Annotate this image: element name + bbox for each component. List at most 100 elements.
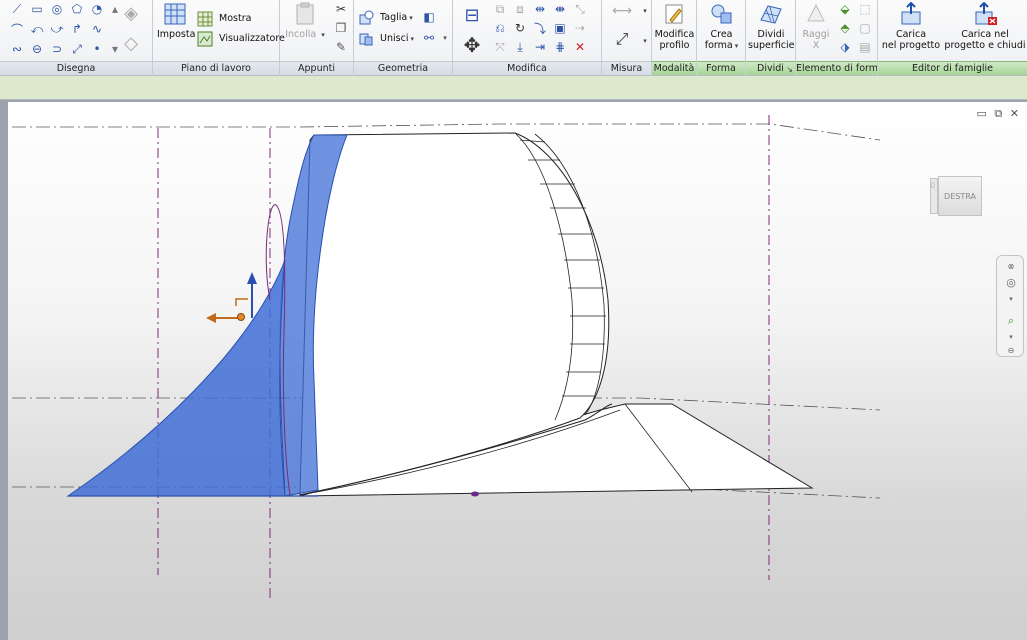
dissolve-icon[interactable]: ▢ — [856, 19, 874, 37]
crea-forma-dropdown-icon[interactable]: ▾ — [735, 42, 739, 50]
raggi-x-button[interactable]: Raggi X — [798, 2, 834, 51]
panel-disegna: ⟋ ▭ ◎ ⬠ ◔ ⌒ ⤺ ⤻ ↱ ∿ ∾ ⊖ ⊃ ⤢ • ▴ ▾ ◈ ◇ Di… — [0, 0, 153, 76]
panel-label-forma: Forma — [697, 61, 745, 75]
model-line-icon[interactable]: ◈ — [122, 3, 140, 24]
reference-line-icon[interactable]: ◇ — [122, 33, 140, 54]
fillet-arc-icon[interactable]: ↱ — [68, 20, 86, 38]
line-tool-icon[interactable]: ⟋ — [8, 0, 26, 18]
rotate-icon[interactable]: ↻ — [511, 19, 529, 37]
align-icon[interactable]: ⊟ — [457, 2, 487, 28]
load-and-close-icon — [975, 2, 997, 25]
offset-icon[interactable]: ⧉ — [491, 0, 509, 18]
taglia-button[interactable]: Taglia ▾ — [358, 9, 413, 27]
unisci-dropdown-icon[interactable]: ▾ — [410, 35, 414, 43]
viewcube[interactable]: ▯ DESTRA — [930, 172, 990, 222]
lock-profiles-icon[interactable]: ▤ — [856, 38, 874, 56]
panel-appunti: Incolla ▾ ✂ ❐ ✎ Appunti — [280, 0, 354, 76]
crea-forma-button[interactable]: Crea forma ▾ — [699, 2, 744, 52]
carica-nel-progetto-button[interactable]: Carica nel progetto — [880, 2, 942, 51]
pick-lines-icon[interactable]: ⤢ — [68, 40, 86, 58]
unisci-button[interactable]: Unisci ▾ — [358, 30, 414, 48]
taglia-dropdown-icon[interactable]: ▾ — [409, 14, 413, 22]
gizmo-plane-handle[interactable] — [235, 298, 248, 306]
mirror-pick-icon[interactable]: ⧈ — [511, 0, 529, 18]
dividi-dialog-launcher-icon[interactable]: ↘ — [786, 65, 793, 74]
scale-icon[interactable]: ⤧ — [491, 38, 509, 56]
add-edge-icon[interactable]: ⬙ — [836, 0, 854, 18]
cut-icon[interactable]: ✂ — [332, 0, 350, 18]
dividi-superficie-label-1: Dividi — [757, 29, 785, 40]
add-profile-icon[interactable]: ⬚ — [856, 0, 874, 18]
create-form-icon — [711, 4, 731, 24]
split-element-icon[interactable]: ⇼ — [551, 0, 569, 18]
panel-label-elemento-di-forma: Elemento di forma — [796, 61, 877, 75]
mostra-button[interactable]: Mostra — [197, 10, 251, 28]
arc-center-icon[interactable]: ⤻ — [48, 20, 66, 38]
raggi-x-label: Raggi X — [802, 29, 830, 51]
copy-element-icon[interactable]: ⎌ — [491, 19, 509, 37]
arc-tool-icon[interactable]: ⌒ — [8, 20, 26, 38]
workplane-grid-icon — [164, 3, 186, 25]
panel-label-misura: Misura — [602, 61, 651, 75]
dividi-superficie-button[interactable]: Dividi superficie — [748, 2, 794, 51]
circle-pick-icon[interactable]: ◎ — [48, 0, 66, 18]
show-workplane-icon — [197, 11, 213, 26]
arc-3pt-icon[interactable]: ⤺ — [28, 20, 46, 38]
delete-icon[interactable]: ✕ — [571, 38, 589, 56]
aligned-dimension-icon[interactable]: ⤢ — [608, 29, 636, 48]
panel-forma: Crea forma ▾ Forma — [697, 0, 746, 76]
incolla-button[interactable]: Incolla ▾ — [284, 2, 326, 41]
panel-modifica: ⊟ ✥ ⧉ ⧈ ⇹ ⇼ ⤡ ⎌ ↻ ⤵ ▣ ⇢ ⤧ ⤓ ⇥ ⋕ ✕ Modifi… — [453, 0, 602, 76]
visualizzatore-button[interactable]: Visualizzatore — [197, 30, 285, 48]
panel-modalita: Modifica profilo Modalità — [652, 0, 697, 76]
modifica-profilo-label-1: Modifica — [654, 29, 695, 40]
wall-join-icon[interactable]: ◧ — [420, 8, 438, 26]
point-tool-icon[interactable]: • — [88, 40, 106, 58]
incolla-dropdown-icon[interactable]: ▾ — [321, 31, 325, 39]
viewcube-right-face[interactable]: DESTRA — [938, 176, 982, 216]
cut-geometry-icon — [359, 10, 374, 24]
array-icon[interactable]: ▣ — [551, 19, 569, 37]
panel-label-modalita: Modalità — [652, 61, 696, 75]
carica-progetto-chiudi-button[interactable]: Carica nel progetto e chiudi — [944, 2, 1026, 51]
match-properties-icon[interactable]: ✎ — [332, 38, 350, 56]
unpin-icon[interactable]: ⇢ — [571, 19, 589, 37]
trim-icon[interactable]: ⤵ — [531, 19, 549, 37]
steering-wheel-dropdown-icon[interactable]: ▾ — [1002, 290, 1020, 308]
panel-label-disegna: Disegna — [0, 61, 152, 75]
carica-progetto-label-1: Carica — [895, 29, 927, 40]
split-face-dropdown-icon[interactable]: ▾ — [436, 29, 454, 47]
carica-chiudi-label-2: progetto e chiudi — [944, 40, 1026, 51]
pin-icon[interactable]: ⤡ — [571, 0, 589, 18]
gizmo-z-arrow-icon[interactable] — [247, 272, 257, 284]
partial-ellipse-icon[interactable]: ⊃ — [48, 40, 66, 58]
rectangle-tool-icon[interactable]: ▭ — [28, 0, 46, 18]
move-gizmo[interactable] — [206, 272, 257, 323]
copy-icon[interactable]: ❐ — [332, 19, 350, 37]
spline-tool-icon[interactable]: ∿ — [88, 20, 106, 38]
navbar-options-icon[interactable]: ⊖ — [1002, 342, 1020, 360]
imposta-button[interactable]: Imposta — [157, 2, 195, 40]
pick-element-icon[interactable]: ⬗ — [836, 38, 854, 56]
circle-tool-icon[interactable]: ◔ — [88, 0, 106, 18]
ellipse-tool-icon[interactable]: ⊖ — [28, 40, 46, 58]
gizmo-x-arrow-icon[interactable] — [206, 313, 216, 323]
crea-forma-label-1: Crea — [710, 29, 733, 40]
modifica-profilo-button[interactable]: Modifica profilo — [654, 2, 695, 51]
panel-misura: ⟷ ▾ ⤢ ▾ Misura — [602, 0, 652, 76]
trim-extend-icon[interactable]: ⤓ — [511, 38, 529, 56]
add-point-icon[interactable]: ⬘ — [836, 19, 854, 37]
load-into-project-icon — [901, 2, 921, 25]
panel-label-geometria: Geometria — [354, 61, 452, 75]
gizmo-origin[interactable] — [237, 313, 245, 321]
polygon-tool-icon[interactable]: ⬠ — [68, 0, 86, 18]
3d-model-scene[interactable] — [8, 100, 1027, 640]
split-gap-icon[interactable]: ⇥ — [531, 38, 549, 56]
viewcube-side-face[interactable]: ▯ — [930, 178, 938, 214]
spline-through-points-icon[interactable]: ∾ — [8, 40, 26, 58]
array-grid-icon[interactable]: ⋕ — [551, 38, 569, 56]
measure-between-icon[interactable]: ⟷ — [608, 2, 636, 20]
move-icon[interactable]: ✥ — [457, 32, 487, 58]
carica-chiudi-label-1: Carica nel — [961, 29, 1009, 40]
mirror-draw-icon[interactable]: ⇹ — [531, 0, 549, 18]
